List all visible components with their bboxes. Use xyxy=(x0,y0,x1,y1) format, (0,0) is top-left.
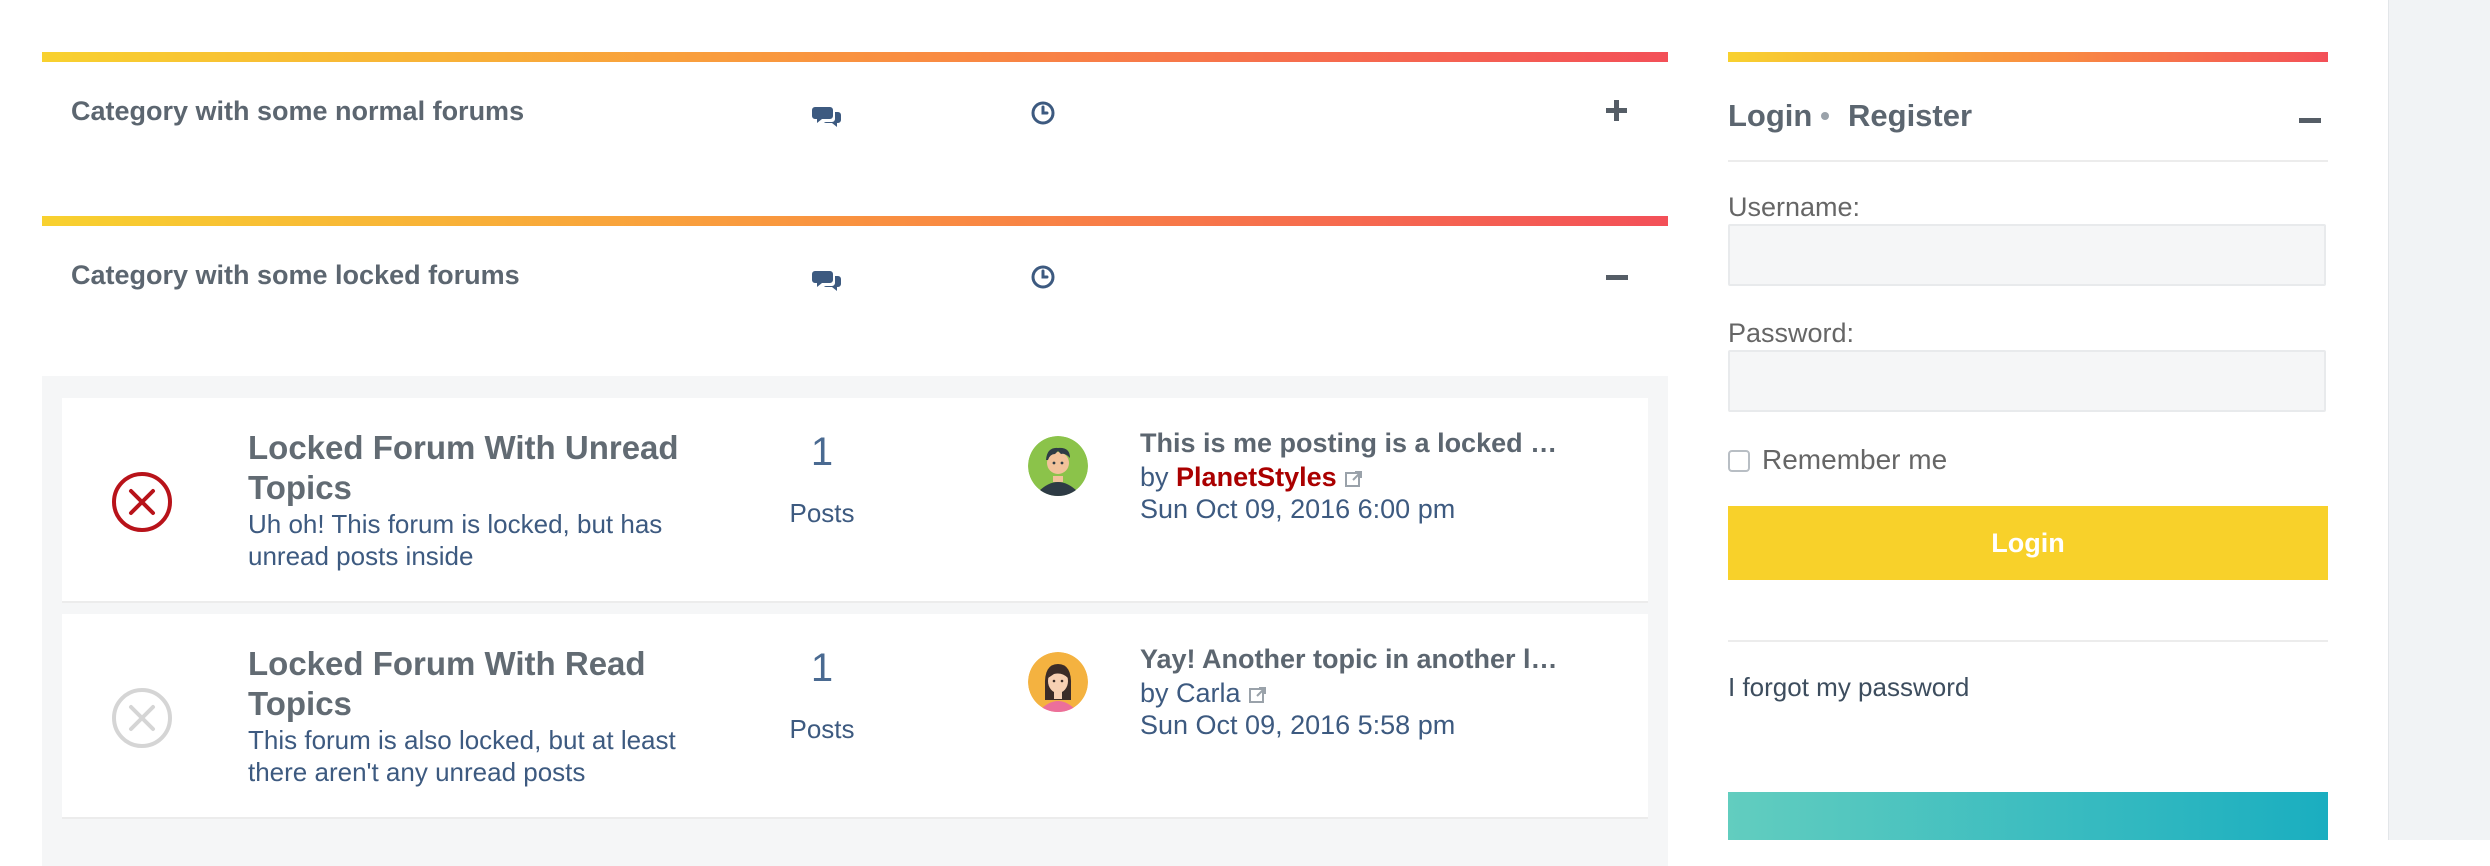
page-scrollbar-track[interactable] xyxy=(2388,0,2490,840)
forum-row-locked-read: Locked Forum With Read Topics This forum… xyxy=(62,614,1648,819)
forgot-password-link[interactable]: I forgot my password xyxy=(1728,672,1969,703)
login-accent-bar xyxy=(1728,52,2328,62)
login-header: Login Register xyxy=(1728,62,2328,162)
category-normal-forums: Category with some normal forums xyxy=(42,52,1668,162)
locked-unread-status-icon xyxy=(110,470,178,538)
last-post-time: Sun Oct 09, 2016 5:58 pm xyxy=(1140,710,1456,740)
forum-title-link[interactable]: Locked Forum With Unread Topics xyxy=(248,428,688,508)
next-sidebar-widget-header xyxy=(1728,792,2328,840)
forum-description: This forum is also locked, but at least … xyxy=(248,725,676,787)
collapse-minus-icon[interactable] xyxy=(2296,106,2324,134)
forum-post-label: Posts xyxy=(789,498,855,528)
separator-dot xyxy=(1821,112,1829,120)
by-prefix: by xyxy=(1140,678,1169,708)
female-avatar-icon[interactable] xyxy=(1028,652,1088,712)
last-post-time: Sun Oct 09, 2016 6:00 pm xyxy=(1140,494,1456,524)
divider xyxy=(1728,640,2328,642)
expand-plus-icon[interactable] xyxy=(1602,96,1632,126)
username-label: Username: xyxy=(1728,192,1861,222)
category-title[interactable]: Category with some locked forums xyxy=(71,260,520,291)
last-post-byline: by Carla xyxy=(1140,678,1267,709)
by-prefix: by xyxy=(1140,462,1169,492)
comments-icon xyxy=(812,104,842,128)
collapse-minus-icon[interactable] xyxy=(1602,262,1632,292)
last-post-byline: by PlanetStyles xyxy=(1140,462,1363,493)
category-header: Category with some locked forums xyxy=(42,226,1668,326)
last-post-title-link[interactable]: This is me posting is a locked forum xyxy=(1140,428,1560,459)
remember-me-checkbox[interactable] xyxy=(1728,450,1750,472)
register-link[interactable]: Register xyxy=(1848,98,1972,134)
last-post-author-link[interactable]: PlanetStyles xyxy=(1176,462,1337,492)
forum-title-link[interactable]: Locked Forum With Read Topics xyxy=(248,644,688,724)
forum-description: Uh oh! This forum is locked, but has unr… xyxy=(248,509,663,571)
login-button[interactable]: Login xyxy=(1728,506,2328,580)
comments-icon xyxy=(812,268,842,292)
username-input[interactable] xyxy=(1728,224,2326,286)
goto-post-icon[interactable] xyxy=(1248,680,1267,703)
category-accent-bar xyxy=(42,216,1668,226)
forum-post-count: 1 xyxy=(810,646,834,690)
locked-read-status-icon xyxy=(110,686,178,754)
category-locked-forums: Category with some locked forums Locked … xyxy=(42,216,1668,866)
login-link[interactable]: Login xyxy=(1728,98,1812,134)
category-title[interactable]: Category with some normal forums xyxy=(71,96,524,127)
password-label: Password: xyxy=(1728,318,1855,348)
category-accent-bar xyxy=(42,52,1668,62)
forum-row-locked-unread: Locked Forum With Unread Topics Uh oh! T… xyxy=(62,398,1648,603)
forum-post-label: Posts xyxy=(789,714,855,744)
last-post-author-link[interactable]: Carla xyxy=(1176,678,1241,708)
password-input[interactable] xyxy=(1728,350,2326,412)
login-panel: Login Register Username: Password: Remem… xyxy=(1728,52,2328,702)
forum-list: Locked Forum With Unread Topics Uh oh! T… xyxy=(42,376,1668,866)
clock-icon xyxy=(1030,100,1060,125)
remember-me-label: Remember me xyxy=(1762,444,1948,475)
forum-post-count: 1 xyxy=(810,430,834,474)
last-post-title-link[interactable]: Yay! Another topic in another locked for… xyxy=(1140,644,1560,675)
category-header: Category with some normal forums xyxy=(42,62,1668,162)
male-avatar-icon[interactable] xyxy=(1028,436,1088,496)
clock-icon xyxy=(1030,264,1060,289)
goto-post-icon[interactable] xyxy=(1344,464,1363,487)
